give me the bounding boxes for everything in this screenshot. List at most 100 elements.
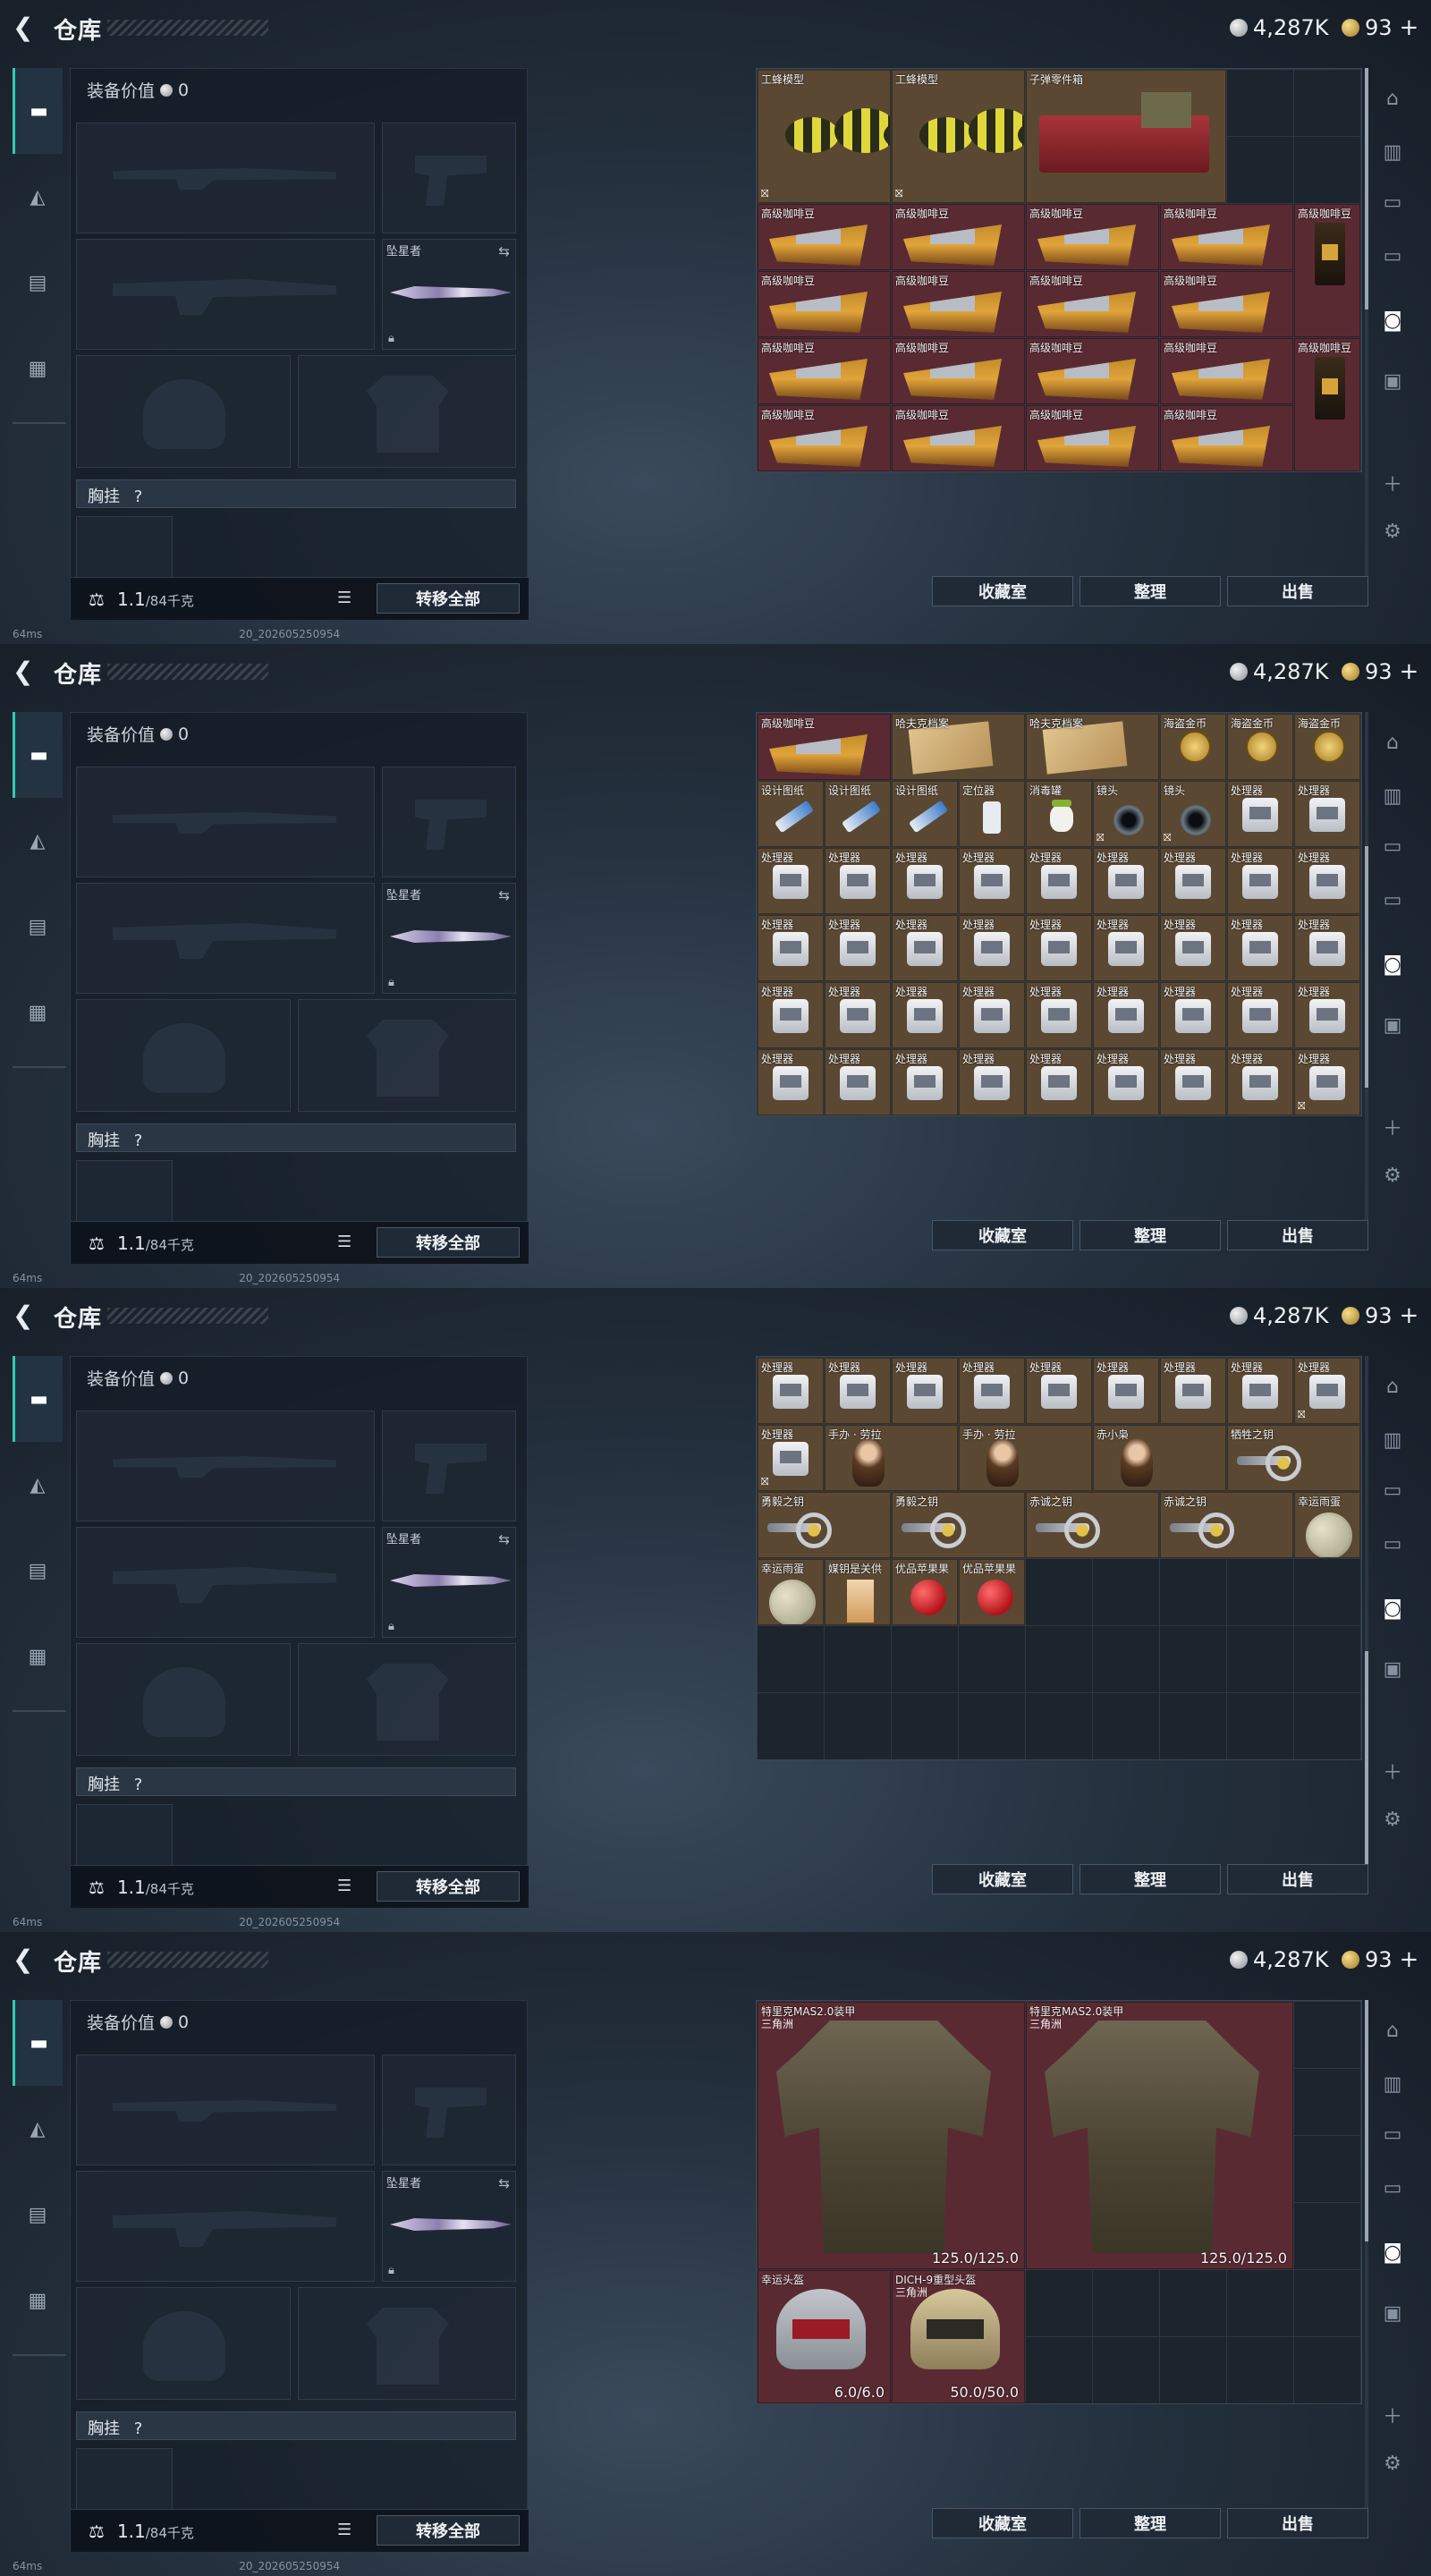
swap-icon[interactable]: ⇆ <box>498 243 510 259</box>
settings-gear-icon[interactable]: ⚙ <box>1372 1801 1413 1837</box>
stash-item[interactable]: 处理器 <box>892 1049 958 1115</box>
pistol-slot[interactable] <box>382 123 516 233</box>
chest-rig-slot[interactable] <box>76 1160 173 1223</box>
stash-item[interactable]: 处理器 <box>1160 982 1226 1048</box>
helmet-slot[interactable] <box>76 355 291 468</box>
transfer-all-button[interactable]: 转移全部 <box>377 1227 520 1258</box>
stash-item[interactable]: 处理器 <box>1026 848 1092 914</box>
stash-item[interactable]: 高级咖啡豆 <box>892 338 1025 404</box>
transfer-all-button[interactable]: 转移全部 <box>377 1871 520 1902</box>
help-icon[interactable]: ? <box>134 2419 143 2438</box>
cabinet-icon[interactable]: ▥ <box>1372 2066 1413 2102</box>
stash-item[interactable]: 处理器 <box>1093 915 1159 981</box>
swap-icon[interactable]: ⇆ <box>498 887 510 903</box>
picture-icon[interactable]: ▣ <box>1372 2295 1413 2331</box>
list-icon[interactable]: ☰ <box>337 589 351 607</box>
primary-weapon-slot[interactable] <box>76 123 375 233</box>
stash-item[interactable]: 处理器 <box>758 982 824 1048</box>
stash-item[interactable]: 手办 · 劳拉 <box>825 1425 958 1491</box>
tab-supplies[interactable]: ▤ <box>13 240 63 326</box>
swap-icon[interactable]: ⇆ <box>498 2175 510 2191</box>
stash-item[interactable]: 处理器 <box>1160 1358 1226 1424</box>
tab-gear[interactable]: ◭ <box>13 154 63 240</box>
stash-item[interactable]: 高级咖啡豆 <box>1026 204 1159 270</box>
secondary-weapon-slot[interactable] <box>76 2171 375 2282</box>
add-gold-icon[interactable]: + <box>1400 658 1419 685</box>
melee-slot[interactable]: 坠星者 ⇆ 🔒︎ <box>382 239 516 350</box>
gold-currency[interactable]: 93 + <box>1342 1946 1418 1973</box>
stash-item[interactable]: 处理器 <box>959 1358 1025 1424</box>
scroll-thumb[interactable] <box>1365 1651 1368 1893</box>
stash-item[interactable]: 特里克MAS2.0装甲 三角洲 125.0/125.0 <box>758 2002 1025 2269</box>
secondary-weapon-slot[interactable] <box>76 1527 375 1638</box>
stash-item[interactable]: 处理器 <box>892 982 958 1048</box>
stash-item[interactable]: 处理器 <box>825 982 891 1048</box>
swap-icon[interactable]: ⇆ <box>498 1531 510 1547</box>
tab-weapons[interactable]: ▬ <box>13 2000 63 2086</box>
stash-item[interactable]: 处理器 <box>825 848 891 914</box>
stash-item[interactable]: 处理器 <box>959 848 1025 914</box>
sell-button[interactable]: 出售 <box>1227 576 1368 606</box>
stash-item[interactable]: 赤诚之钥 <box>1160 1492 1293 1558</box>
tab-gear[interactable]: ◭ <box>13 798 63 884</box>
armor-slot[interactable] <box>298 1643 516 1756</box>
transfer-all-button[interactable]: 转移全部 <box>377 583 520 614</box>
stash-item[interactable]: 赤诚之钥 <box>1026 1492 1159 1558</box>
stash-item[interactable]: 处理器 <box>758 915 824 981</box>
arch-icon[interactable]: ⌂ <box>1372 80 1413 116</box>
stash-item[interactable]: 定位器 <box>959 781 1025 847</box>
stash-scrollbar[interactable] <box>1365 712 1368 1249</box>
tab-supplies[interactable]: ▤ <box>13 2172 63 2258</box>
sort-button[interactable]: 整理 <box>1080 1220 1221 1250</box>
stash-item[interactable]: 优品苹果果 <box>892 1559 958 1625</box>
tab-weapons[interactable]: ▬ <box>13 712 63 798</box>
stash-item[interactable]: 处理器 <box>1026 982 1092 1048</box>
stash-item[interactable]: 处理器 <box>1093 1358 1159 1424</box>
stash-item[interactable]: 高级咖啡豆 <box>1026 338 1159 404</box>
stash-item[interactable]: 处理器 <box>1093 982 1159 1048</box>
stash-item[interactable]: 处理器 <box>1026 915 1092 981</box>
add-gold-icon[interactable]: + <box>1400 1946 1419 1973</box>
stash-item[interactable]: 处理器 <box>1026 1358 1092 1424</box>
picture-icon[interactable]: ▣ <box>1372 363 1413 399</box>
tab-gear[interactable]: ◭ <box>13 1442 63 1528</box>
melee-slot[interactable]: 坠星者 ⇆ 🔒︎ <box>382 1527 516 1638</box>
help-icon[interactable]: ? <box>134 1775 143 1794</box>
stash-item[interactable]: 高级咖啡豆 <box>1294 204 1360 337</box>
transfer-all-button[interactable]: 转移全部 <box>377 2515 520 2546</box>
stash-item[interactable]: 处理器 <box>1093 1049 1159 1115</box>
picture-icon[interactable]: ▣ <box>1372 1007 1413 1043</box>
tab-case[interactable]: ▦ <box>13 326 63 411</box>
settings-gear-icon[interactable]: ⚙ <box>1372 513 1413 549</box>
stash-item[interactable]: DICH-9重型头盔 三角洲 50.0/50.0 <box>892 2270 1025 2403</box>
settings-gear-icon[interactable]: ⚙ <box>1372 2445 1413 2481</box>
pistol-slot[interactable] <box>382 2055 516 2165</box>
stash-item[interactable]: 处理器 <box>1026 1049 1092 1115</box>
stash-item[interactable]: 处理器 <box>825 915 891 981</box>
stash-item[interactable]: 牺牲之钥 <box>1227 1425 1360 1491</box>
camera-icon[interactable]: ◙ <box>1372 2234 1413 2270</box>
armor-slot[interactable] <box>298 355 516 468</box>
stash-item[interactable]: 处理器 ⛝ <box>758 1425 824 1491</box>
camera-icon[interactable]: ◙ <box>1372 946 1413 982</box>
stash-item[interactable]: 处理器 <box>1227 781 1293 847</box>
cabinet-icon[interactable]: ▥ <box>1372 134 1413 170</box>
primary-weapon-slot[interactable] <box>76 2055 375 2165</box>
stash-item[interactable]: 处理器 ⛝ <box>1294 1049 1360 1115</box>
monitor-icon[interactable]: ▭ <box>1372 1526 1413 1562</box>
stash-item[interactable]: 海盗金币 <box>1294 714 1360 780</box>
chest-rig-header[interactable]: 胸挂 ? <box>76 1123 516 1152</box>
stash-item[interactable]: 赤小枭 <box>1093 1425 1226 1491</box>
stash-item[interactable]: 高级咖啡豆 <box>1294 338 1360 471</box>
melee-slot[interactable]: 坠星者 ⇆ 🔒︎ <box>382 2171 516 2282</box>
gold-currency[interactable]: 93 + <box>1342 1302 1418 1329</box>
tab-weapons[interactable]: ▬ <box>13 1356 63 1442</box>
tab-gear[interactable]: ◭ <box>13 2086 63 2172</box>
sort-button[interactable]: 整理 <box>1080 1864 1221 1894</box>
sell-button[interactable]: 出售 <box>1227 1864 1368 1894</box>
cabinet-icon[interactable]: ▥ <box>1372 1422 1413 1458</box>
scroll-thumb[interactable] <box>1365 2000 1368 2241</box>
stash-item[interactable]: 镜头 ⛝ <box>1160 781 1226 847</box>
stash-item[interactable]: 哈夫克档案 <box>1026 714 1159 780</box>
stash-item[interactable]: 处理器 <box>1227 848 1293 914</box>
